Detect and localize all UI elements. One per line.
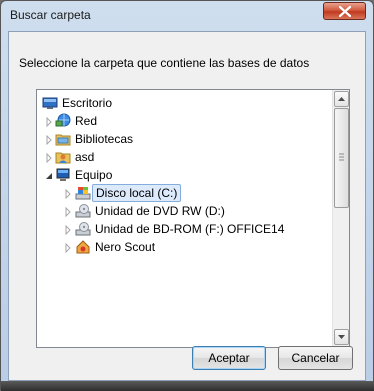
local-disk-icon: [75, 185, 91, 201]
network-icon: [55, 113, 71, 129]
window-title: Buscar carpeta: [10, 8, 91, 22]
tree-item-nero-scout[interactable]: Nero Scout: [37, 238, 331, 256]
desktop-icon: [42, 95, 58, 111]
close-icon: [339, 6, 351, 17]
tree-item-label: asd: [75, 150, 95, 164]
scroll-up-button[interactable]: [334, 91, 349, 107]
cancel-button[interactable]: Cancelar: [278, 346, 353, 370]
computer-icon: [55, 167, 71, 183]
scroll-thumb[interactable]: [334, 108, 349, 208]
tree-item-escritorio[interactable]: Escritorio: [37, 94, 331, 112]
instruction-text: Seleccione la carpeta que contiene las b…: [19, 56, 310, 70]
expand-arrow-icon[interactable]: [64, 224, 72, 236]
close-button[interactable]: [323, 2, 366, 20]
expand-arrow-icon[interactable]: [64, 188, 72, 200]
expand-arrow-icon[interactable]: [45, 116, 53, 128]
tree-item-disco-local[interactable]: Disco local (C:): [37, 184, 331, 202]
tree-item-label: Red: [75, 114, 98, 128]
ok-button[interactable]: Aceptar: [192, 346, 266, 370]
tree-item-bd-drive[interactable]: Unidad de BD-ROM (F:) OFFICE14: [37, 220, 331, 238]
tree-item-label: Bibliotecas: [75, 132, 134, 146]
vertical-scrollbar[interactable]: [332, 90, 349, 347]
tree-item-asd[interactable]: asd: [37, 148, 331, 166]
browse-folder-dialog: Buscar carpeta Seleccione la carpeta que…: [0, 0, 374, 391]
expand-arrow-icon[interactable]: [45, 134, 53, 146]
title-bar[interactable]: Buscar carpeta: [1, 1, 373, 31]
tree-item-dvd-drive[interactable]: Unidad de DVD RW (D:): [37, 202, 331, 220]
scroll-down-button[interactable]: [334, 329, 349, 345]
tree-item-label: Nero Scout: [95, 240, 156, 254]
expand-arrow-icon[interactable]: [64, 242, 72, 254]
tree-item-label: Escritorio: [62, 96, 113, 110]
user-folder-icon: [55, 149, 71, 165]
dialog-body: Seleccione la carpeta que contiene las b…: [8, 31, 366, 381]
tree-item-bibliotecas[interactable]: Bibliotecas: [37, 130, 331, 148]
arrow-up-icon: [338, 97, 345, 101]
collapse-arrow-icon[interactable]: [45, 170, 53, 180]
tree-item-label: Unidad de DVD RW (D:): [95, 204, 225, 218]
libraries-icon: [55, 131, 71, 147]
grip-icon: [339, 153, 344, 161]
tree-item-equipo[interactable]: Equipo: [37, 166, 331, 184]
tree-item-label: Disco local (C:): [92, 184, 182, 202]
dvd-drive-icon: [75, 203, 91, 219]
tree-item-red[interactable]: Red: [37, 112, 331, 130]
arrow-down-icon: [338, 335, 345, 339]
expand-arrow-icon[interactable]: [64, 206, 72, 218]
tree-item-label: Unidad de BD-ROM (F:) OFFICE14: [95, 222, 285, 236]
expand-arrow-icon[interactable]: [45, 152, 53, 164]
folder-tree[interactable]: Escritorio Red Bibliotecas asd Equipo Di…: [36, 89, 350, 348]
tree-item-label: Equipo: [75, 168, 113, 182]
nero-scout-icon: [75, 239, 91, 255]
bd-drive-icon: [75, 221, 91, 237]
